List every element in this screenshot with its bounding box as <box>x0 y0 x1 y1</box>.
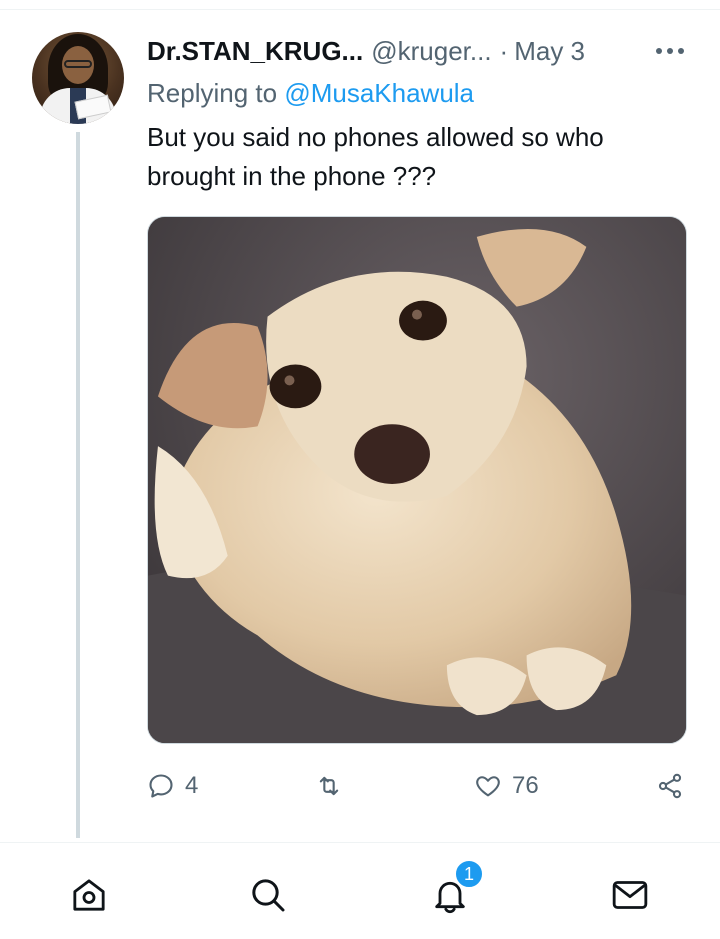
tweet-media-image[interactable] <box>147 216 687 744</box>
dog-photo <box>148 217 686 743</box>
like-count: 76 <box>512 772 539 799</box>
replying-to-line: Replying to @MusaKhawula <box>147 78 474 109</box>
separator-dot: · <box>499 35 509 66</box>
retweet-icon <box>319 776 339 796</box>
nav-search[interactable] <box>244 871 292 919</box>
nav-notifications[interactable]: 1 <box>426 859 484 919</box>
thread-line <box>76 132 80 838</box>
tweet-date[interactable]: May 3 <box>514 36 585 67</box>
more-options-icon[interactable] <box>652 40 688 62</box>
heart-icon <box>476 776 500 797</box>
reply-icon <box>149 774 173 798</box>
replying-to-mention[interactable]: @MusaKhawula <box>284 78 474 108</box>
search-icon <box>252 879 285 912</box>
home-icon <box>73 879 105 911</box>
retweet-action[interactable] <box>315 766 353 806</box>
share-icon <box>658 773 682 799</box>
replying-to-label: Replying to <box>147 78 278 108</box>
tweet-header: Dr.STAN_KRUG... @kruger... · May 3 <box>147 34 585 68</box>
reply-count: 4 <box>185 772 199 799</box>
nav-home[interactable] <box>65 871 113 919</box>
notification-badge: 1 <box>454 859 484 889</box>
tweet-actions: 4 76 <box>147 766 692 806</box>
bottom-nav: 1 <box>0 843 720 939</box>
avatar[interactable] <box>32 32 124 124</box>
display-name[interactable]: Dr.STAN_KRUG... <box>147 36 363 67</box>
share-action[interactable] <box>656 766 684 806</box>
messages-icon <box>612 881 648 909</box>
reply-action[interactable]: 4 <box>147 766 198 806</box>
top-divider <box>0 9 720 10</box>
nav-messages[interactable] <box>606 871 654 919</box>
tweet-text: But you said no phones allowed so who br… <box>147 122 604 191</box>
like-action[interactable]: 76 <box>474 766 539 806</box>
user-handle[interactable]: @kruger... <box>371 36 491 67</box>
